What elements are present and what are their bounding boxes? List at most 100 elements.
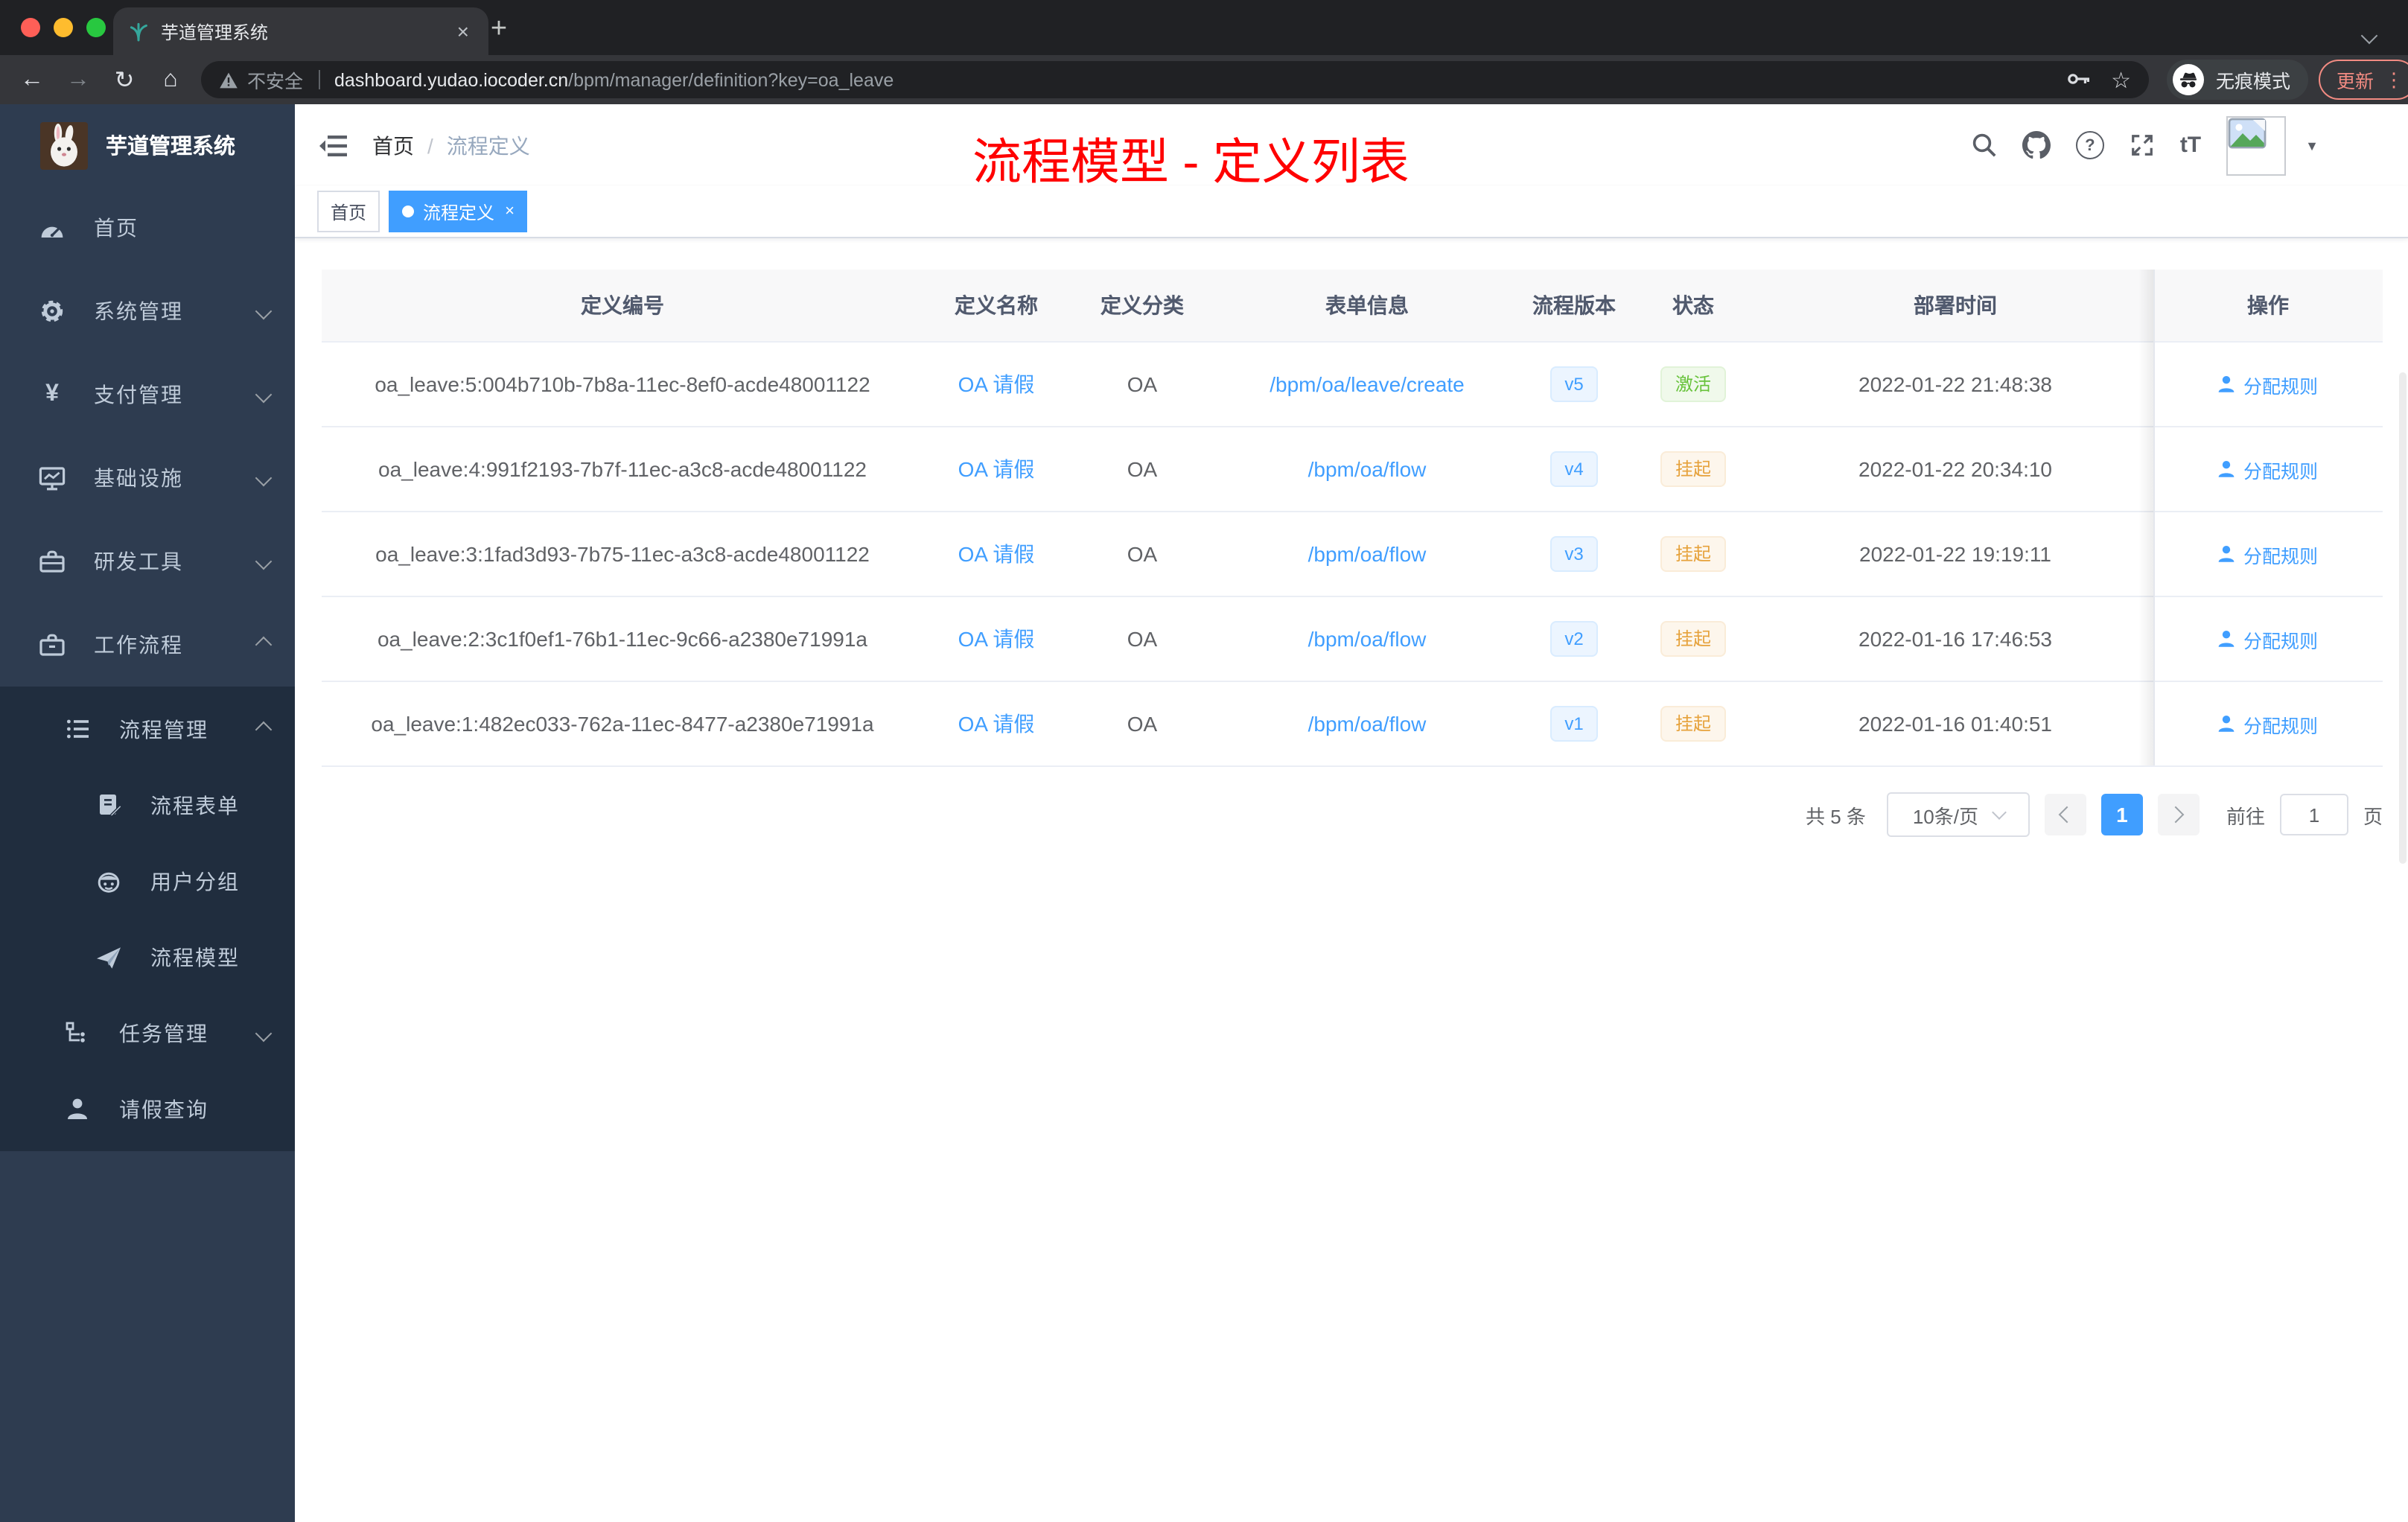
broken-image-icon xyxy=(2228,117,2267,148)
assign-rule-button[interactable]: 分配规则 xyxy=(2218,370,2318,398)
tab-search-chevron-icon[interactable] xyxy=(2360,22,2378,49)
chevron-up-icon xyxy=(255,636,273,654)
definition-name-link[interactable]: OA 请假 xyxy=(958,372,1035,396)
definition-name-link[interactable]: OA 请假 xyxy=(958,542,1035,566)
sidebar-item-process-model[interactable]: 流程模型 xyxy=(0,919,295,995)
tag-current[interactable]: 流程定义 × xyxy=(389,191,528,232)
scrollbar[interactable] xyxy=(2399,372,2407,864)
back-icon[interactable]: ← xyxy=(12,60,52,100)
url-divider xyxy=(318,70,320,89)
form-link[interactable]: /bpm/oa/flow xyxy=(1308,457,1427,481)
form-link[interactable]: /bpm/oa/flow xyxy=(1308,627,1427,651)
tags-view-bar: 首页 流程定义 × xyxy=(295,186,2408,238)
col-header-form: 表单信息 xyxy=(1325,293,1409,317)
cell-id: oa_leave:3:1fad3d93-7b75-11ec-a3c8-acde4… xyxy=(375,542,870,566)
version-badge: v3 xyxy=(1549,536,1599,572)
key-icon[interactable] xyxy=(2066,69,2090,90)
incognito-icon xyxy=(2173,64,2204,95)
help-icon[interactable]: ? xyxy=(2075,131,2104,159)
incognito-badge: 无痕模式 xyxy=(2167,60,2309,100)
fullscreen-icon[interactable] xyxy=(2130,133,2155,158)
tab-close-icon[interactable]: × xyxy=(453,19,474,43)
col-header-name: 定义名称 xyxy=(955,293,1038,317)
definition-name-link[interactable]: OA 请假 xyxy=(958,457,1035,481)
not-secure-label[interactable]: 不安全 xyxy=(247,66,303,94)
tag-home[interactable]: 首页 xyxy=(317,191,380,232)
avatar-caret-icon[interactable]: ▼ xyxy=(2305,138,2319,153)
address-bar[interactable]: 不安全 dashboard.yudao.iocoder.cn/bpm/manag… xyxy=(201,61,2149,98)
chevron-down-icon xyxy=(255,1024,273,1042)
browser-menu-kebab-icon[interactable]: ⋮ xyxy=(2384,68,2404,92)
tab-title: 芋道管理系统 xyxy=(161,22,269,42)
definition-name-link[interactable]: OA 请假 xyxy=(958,712,1035,736)
sidebar-item-workflow[interactable]: 工作流程 xyxy=(0,603,295,687)
assign-rule-button[interactable]: 分配规则 xyxy=(2218,455,2318,483)
toolbox-icon xyxy=(36,550,69,573)
minimize-window-button[interactable] xyxy=(54,18,73,37)
sidebar-item-process-form[interactable]: 流程表单 xyxy=(0,767,295,843)
cell-id: oa_leave:4:991f2193-7b7f-11ec-a3c8-acde4… xyxy=(378,457,867,481)
home-icon[interactable]: ⌂ xyxy=(150,60,191,100)
breadcrumb-home[interactable]: 首页 xyxy=(372,130,414,160)
form-link[interactable]: /bpm/oa/flow xyxy=(1308,542,1427,566)
fixed-column-shadow xyxy=(2138,270,2153,765)
gear-icon xyxy=(36,298,69,325)
definition-name-link[interactable]: OA 请假 xyxy=(958,627,1035,651)
person-icon xyxy=(2219,546,2235,562)
sidebar-item-payment[interactable]: ¥ 支付管理 xyxy=(0,353,295,436)
github-icon[interactable] xyxy=(2022,131,2051,159)
bookmark-star-icon[interactable]: ☆ xyxy=(2111,66,2131,93)
search-icon[interactable] xyxy=(1972,133,1997,158)
page-content: 定义编号 定义名称 定义分类 表单信息 流程版本 状态 部署时间 操作 oa_l… xyxy=(295,238,2408,1522)
assign-rule-button[interactable]: 分配规则 xyxy=(2218,625,2318,653)
incognito-label: 无痕模式 xyxy=(2216,71,2291,92)
breadcrumb-current: 流程定义 xyxy=(446,133,530,157)
avatar[interactable] xyxy=(2226,115,2287,175)
tag-close-icon[interactable]: × xyxy=(505,203,515,220)
goto-page-input[interactable]: 1 xyxy=(2279,794,2348,835)
sidebar-item-infra[interactable]: 基础设施 xyxy=(0,436,295,520)
col-header-ops: 操作 xyxy=(2247,293,2289,317)
definition-table: 定义编号 定义名称 定义分类 表单信息 流程版本 状态 部署时间 操作 oa_l… xyxy=(322,270,2383,767)
font-size-icon[interactable]: tT xyxy=(2180,133,2201,158)
sidebar-item-task-mgmt[interactable]: 任务管理 xyxy=(0,995,295,1071)
sidebar-item-process-mgmt[interactable]: 流程管理 xyxy=(0,691,295,767)
list-tree-icon xyxy=(61,718,94,740)
assign-rule-button[interactable]: 分配规则 xyxy=(2218,710,2318,738)
goto-unit-label: 页 xyxy=(2363,805,2383,827)
sidebar-item-home[interactable]: 首页 xyxy=(0,186,295,270)
assign-rule-button[interactable]: 分配规则 xyxy=(2218,540,2318,568)
person-icon xyxy=(61,1098,94,1120)
forward-icon[interactable]: → xyxy=(58,60,98,100)
sidebar-collapse-hamburger-icon[interactable] xyxy=(319,133,347,157)
close-window-button[interactable] xyxy=(21,18,40,37)
form-link[interactable]: /bpm/oa/flow xyxy=(1308,712,1427,736)
url-text[interactable]: dashboard.yudao.iocoder.cn/bpm/manager/d… xyxy=(334,69,894,90)
workflow-submenu: 流程管理 流程表单 用户分组 流程模型 任务管理 请假查询 xyxy=(0,687,295,1151)
chevron-right-icon xyxy=(2167,806,2185,824)
prev-page-button[interactable] xyxy=(2044,794,2086,835)
cell-deploy-time: 2022-01-22 20:34:10 xyxy=(1858,457,2052,481)
cell-category: OA xyxy=(1127,627,1158,651)
reload-icon[interactable]: ↻ xyxy=(104,60,144,100)
table-row: oa_leave:4:991f2193-7b7f-11ec-a3c8-acde4… xyxy=(322,427,2383,512)
browser-update-button[interactable]: 更新 ⋮ xyxy=(2319,60,2408,100)
next-page-button[interactable] xyxy=(2157,794,2200,835)
new-tab-button[interactable]: + xyxy=(480,10,518,49)
sidebar-logo[interactable]: 芋道管理系统 xyxy=(0,104,295,186)
table-header-row: 定义编号 定义名称 定义分类 表单信息 流程版本 状态 部署时间 操作 xyxy=(322,270,2383,343)
cell-id: oa_leave:1:482ec033-762a-11ec-8477-a2380… xyxy=(371,712,874,736)
page-1-button[interactable]: 1 xyxy=(2100,794,2143,835)
cell-id: oa_leave:5:004b710b-7b8a-11ec-8ef0-acde4… xyxy=(375,372,870,396)
sidebar-item-user-group[interactable]: 用户分组 xyxy=(0,843,295,919)
zoom-window-button[interactable] xyxy=(86,18,106,37)
browser-tab[interactable]: 芋道管理系统 × xyxy=(113,7,488,55)
paper-plane-icon xyxy=(92,945,125,969)
chevron-down-icon xyxy=(255,302,273,320)
form-link[interactable]: /bpm/oa/leave/create xyxy=(1270,372,1465,396)
col-header-status: 状态 xyxy=(1672,293,1714,317)
page-size-select[interactable]: 10条/页 xyxy=(1886,792,2030,837)
sidebar-item-system[interactable]: 系统管理 xyxy=(0,270,295,353)
sidebar-item-leave-query[interactable]: 请假查询 xyxy=(0,1071,295,1147)
sidebar-item-devtools[interactable]: 研发工具 xyxy=(0,520,295,603)
